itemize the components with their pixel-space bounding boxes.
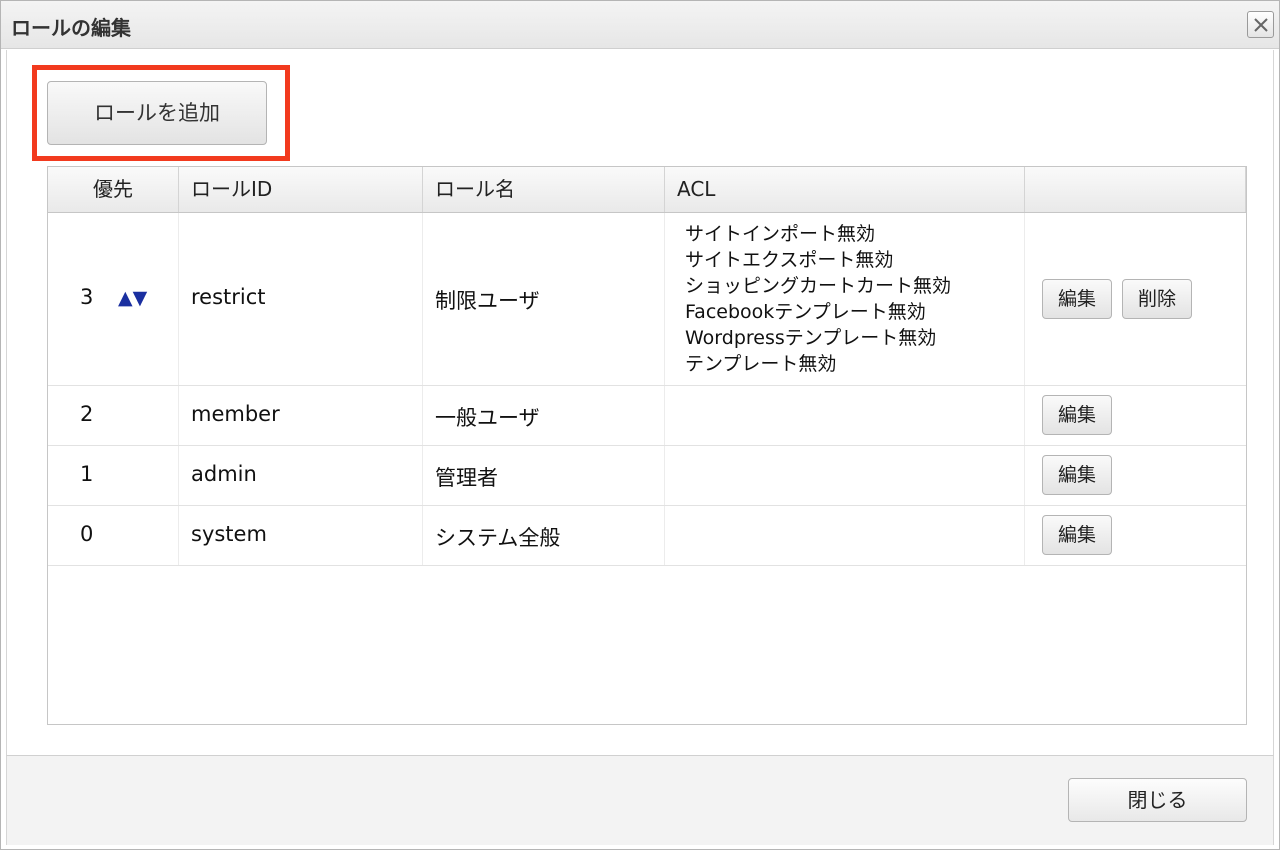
edit-button[interactable]: 編集	[1042, 395, 1112, 435]
acl-cell: サイトインポート無効 サイトエクスポート無効 ショッピングカートカート無効 Fa…	[665, 213, 1025, 385]
edit-button[interactable]: 編集	[1042, 515, 1112, 555]
acl-item: Wordpressテンプレート無効	[685, 327, 937, 349]
priority-value: 2	[80, 402, 94, 426]
header-actions	[1025, 167, 1246, 212]
role-id: member	[191, 402, 280, 426]
table-row: 3 ▲▼ restrict 制限ユーザ サイトインポート無効 サイトエクスポート…	[48, 213, 1246, 386]
role-id: admin	[191, 462, 257, 486]
header-priority: 優先	[48, 167, 179, 212]
role-name-cell: 制限ユーザ	[423, 213, 665, 385]
add-role-button[interactable]: ロールを追加	[47, 81, 267, 145]
role-name: 制限ユーザ	[435, 289, 540, 313]
role-name-cell: システム全般	[423, 506, 665, 565]
role-name-cell: 一般ユーザ	[423, 386, 665, 445]
header-role-name: ロール名	[423, 167, 665, 212]
acl-item: サイトインポート無効	[685, 223, 876, 245]
close-button[interactable]	[1247, 11, 1274, 38]
role-id-cell: restrict	[179, 213, 423, 385]
role-id-cell: admin	[179, 446, 423, 505]
priority-value: 3	[80, 285, 94, 309]
edit-button[interactable]: 編集	[1042, 455, 1112, 495]
priority-cell: 1	[48, 446, 179, 505]
close-dialog-button[interactable]: 閉じる	[1068, 778, 1247, 822]
dialog-title: ロールの編集	[11, 16, 131, 40]
role-name-cell: 管理者	[423, 446, 665, 505]
table-row: 2 member 一般ユーザ 編集	[48, 386, 1246, 446]
table-header: 優先 ロールID ロール名 ACL	[48, 167, 1246, 213]
acl-cell	[665, 506, 1025, 565]
sort-arrows-icon[interactable]: ▲▼	[118, 287, 147, 309]
table-row: 1 admin 管理者 編集	[48, 446, 1246, 506]
actions-cell: 編集	[1025, 506, 1246, 565]
close-icon	[1254, 18, 1268, 32]
acl-item: ショッピングカートカート無効	[685, 275, 952, 297]
priority-value: 1	[80, 462, 94, 486]
edit-button[interactable]: 編集	[1042, 279, 1112, 319]
actions-cell: 編集 削除	[1025, 213, 1246, 385]
acl-cell	[665, 386, 1025, 445]
role-id-cell: member	[179, 386, 423, 445]
table-row: 0 system システム全般 編集	[48, 506, 1246, 566]
priority-cell: 0	[48, 506, 179, 565]
role-edit-dialog: ロールの編集 ロールを追加 優先 ロールID ロール名 ACL 3 ▲▼ res…	[0, 0, 1280, 850]
acl-item: サイトエクスポート無効	[685, 249, 894, 271]
role-id: system	[191, 522, 267, 546]
actions-cell: 編集	[1025, 446, 1246, 505]
acl-list: サイトインポート無効 サイトエクスポート無効 ショッピングカートカート無効 Fa…	[685, 221, 951, 377]
header-acl: ACL	[665, 167, 1025, 212]
priority-value: 0	[80, 522, 94, 546]
role-id: restrict	[191, 285, 266, 309]
roles-table: 優先 ロールID ロール名 ACL 3 ▲▼ restrict 制限ユーザ サイ…	[47, 166, 1247, 725]
priority-cell: 2	[48, 386, 179, 445]
header-role-id: ロールID	[179, 167, 423, 212]
acl-item: テンプレート無効	[685, 353, 837, 375]
role-name: 管理者	[435, 466, 498, 490]
role-name: システム全般	[435, 526, 561, 550]
dialog-titlebar: ロールの編集	[1, 1, 1279, 49]
delete-button[interactable]: 削除	[1122, 279, 1192, 319]
role-name: 一般ユーザ	[435, 406, 540, 430]
role-id-cell: system	[179, 506, 423, 565]
priority-cell: 3 ▲▼	[48, 213, 179, 385]
acl-item: Facebookテンプレート無効	[685, 301, 926, 323]
dialog-footer: 閉じる	[6, 755, 1274, 845]
acl-cell	[665, 446, 1025, 505]
actions-cell: 編集	[1025, 386, 1246, 445]
